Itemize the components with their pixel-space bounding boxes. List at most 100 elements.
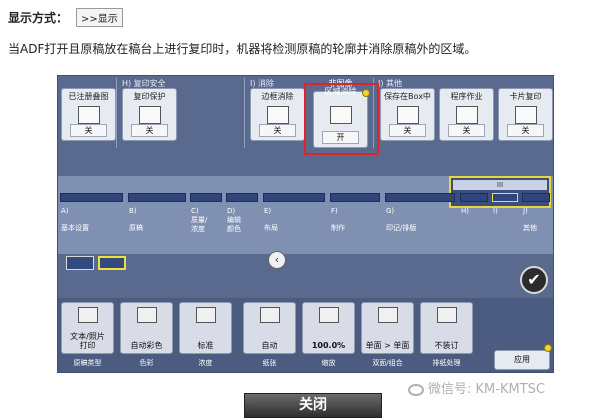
tab-segment[interactable] — [190, 193, 222, 202]
show-button[interactable]: >>显示 — [76, 8, 123, 27]
tab-segment[interactable] — [522, 193, 550, 202]
summary-bar: 文本/照片 打印 原稿类型 自动彩色 色彩 标准 浓度 自动 纸张 100.0%… — [58, 298, 553, 372]
button-title: 复印保护 — [133, 92, 166, 101]
tab-label-other[interactable]: 其他 — [523, 224, 537, 233]
card-copy-icon — [514, 106, 537, 124]
summary-label: 原稿类型 — [73, 359, 102, 367]
watermark: 微信号: KM-KMTSC — [408, 378, 545, 397]
duplex-icon — [377, 307, 398, 323]
view-toggle-list[interactable] — [66, 256, 94, 270]
tab-letter: H) — [461, 207, 469, 215]
tab-letter: I) — [493, 207, 498, 215]
tab-segment[interactable] — [330, 193, 380, 202]
function-button-frame-erase[interactable]: 边框消除 关 — [250, 88, 305, 141]
button-value: 关 — [131, 124, 168, 137]
summary-label: 色彩 — [139, 359, 154, 367]
tab-letter: C) — [191, 207, 199, 215]
tab-segment[interactable] — [385, 193, 455, 202]
button-title: 已注册叠图 — [68, 92, 109, 101]
display-mode-row: 显示方式： >>显示 — [8, 8, 123, 27]
summary-button-paper[interactable]: 自动 — [243, 302, 296, 354]
highlight-box — [304, 83, 379, 155]
tab-label-production[interactable]: 制作 — [331, 224, 345, 233]
function-button-save-box[interactable]: 保存在Box中 关 — [380, 88, 435, 141]
summary-value: 单面 > 单面 — [365, 341, 410, 350]
ok-check-icon[interactable]: ✔ — [520, 266, 548, 294]
tab-letter: E) — [264, 207, 272, 215]
button-title: 边框消除 — [261, 92, 294, 101]
button-value: 关 — [259, 124, 296, 137]
summary-value: 不装订 — [434, 341, 459, 350]
summary-button-zoom[interactable]: 100.0% — [302, 302, 355, 354]
tab-segment-selected[interactable] — [492, 193, 518, 202]
button-value: 关 — [507, 124, 544, 137]
view-toggle-detail[interactable] — [98, 256, 126, 270]
tab-bar: III A) B) C) D) E) F) G) H) I) J) 基本设置 原… — [58, 176, 553, 270]
summary-label: 缩放 — [321, 359, 336, 367]
summary-button-doc-type[interactable]: 文本/照片 打印 — [61, 302, 114, 354]
summary-button-density[interactable]: 标准 — [179, 302, 232, 354]
doc-type-icon — [77, 307, 98, 323]
summary-button-finishing[interactable]: 不装订 — [420, 302, 473, 354]
paper-icon — [259, 307, 280, 323]
tab-scrollbar[interactable]: III — [449, 176, 551, 208]
function-button-copy-protect[interactable]: 复印保护 关 — [122, 88, 177, 141]
summary-label: 浓度 — [198, 359, 213, 367]
program-job-icon — [455, 106, 478, 124]
copier-panel: H) 复印安全 I) 消除 J) 其他 已注册叠图 关 复印保护 关 边框消除 … — [57, 75, 554, 373]
tab-segment[interactable] — [263, 193, 325, 202]
section-divider — [244, 78, 245, 148]
summary-value: 标准 — [197, 341, 214, 350]
function-button-program-job[interactable]: 程序作业 关 — [439, 88, 494, 141]
overlay-icon — [77, 106, 100, 124]
button-value: 关 — [389, 124, 426, 137]
button-value: 关 — [448, 124, 485, 137]
function-button-card-copy[interactable]: 卡片复印 关 — [498, 88, 553, 141]
tab-letter: F) — [331, 207, 338, 215]
zoom-icon — [318, 307, 339, 323]
close-button[interactable]: 关闭 — [244, 393, 382, 418]
density-icon — [195, 307, 216, 323]
tab-letter: D) — [227, 207, 236, 215]
button-title: 卡片复印 — [509, 92, 542, 101]
finishing-icon — [436, 307, 457, 323]
watermark-text: 微信号: KM-KMTSC — [428, 382, 545, 397]
summary-button-duplex[interactable]: 单面 > 单面 — [361, 302, 414, 354]
summary-value: 文本/照片 打印 — [70, 332, 105, 350]
tab-label-layout[interactable]: 布局 — [264, 224, 278, 233]
summary-value: 100.0% — [311, 341, 346, 350]
tab-label-basic[interactable]: 基本设置 — [61, 224, 89, 233]
tab-letter: B) — [129, 207, 137, 215]
summary-value: 自动 — [261, 341, 278, 350]
tab-letter: G) — [386, 207, 395, 215]
apply-indicator-dot — [544, 344, 552, 352]
tab-segment[interactable] — [128, 193, 186, 202]
scrollbar-track[interactable]: III — [453, 180, 547, 190]
description-text: 当ADF打开且原稿放在稿台上进行复印时，机器将检测原稿的轮廓并消除原稿外的区域。 — [8, 42, 477, 56]
tab-label-edit-color[interactable]: 编辑 颜色 — [227, 216, 241, 234]
tab-segment[interactable] — [460, 193, 488, 202]
protect-icon — [138, 106, 161, 124]
button-value: 关 — [70, 124, 107, 137]
color-icon — [136, 307, 157, 323]
summary-button-color[interactable]: 自动彩色 — [120, 302, 173, 354]
tab-segment[interactable] — [226, 193, 258, 202]
button-title: 保存在Box中 — [384, 92, 431, 101]
back-arrow-icon[interactable]: ‹ — [268, 251, 286, 269]
display-mode-label: 显示方式： — [8, 11, 69, 25]
tab-letter: J) — [523, 207, 528, 215]
box-save-icon — [396, 106, 419, 124]
tab-label-original[interactable]: 原稿 — [129, 224, 143, 233]
wechat-icon — [408, 383, 424, 396]
frame-erase-icon — [266, 106, 289, 124]
summary-label: 双面/组合 — [372, 359, 403, 367]
tab-label-quality[interactable]: 质量/ 浓度 — [191, 216, 207, 234]
function-button-overlay[interactable]: 已注册叠图 关 — [61, 88, 116, 141]
tab-letter: A) — [61, 207, 69, 215]
summary-value: 自动彩色 — [130, 341, 163, 350]
tab-segment[interactable] — [60, 193, 123, 202]
tab-label-stamp[interactable]: 印记/排版 — [386, 224, 416, 233]
button-title: 程序作业 — [450, 92, 483, 101]
section-divider — [116, 78, 117, 148]
apply-button[interactable]: 应用 — [494, 350, 550, 370]
